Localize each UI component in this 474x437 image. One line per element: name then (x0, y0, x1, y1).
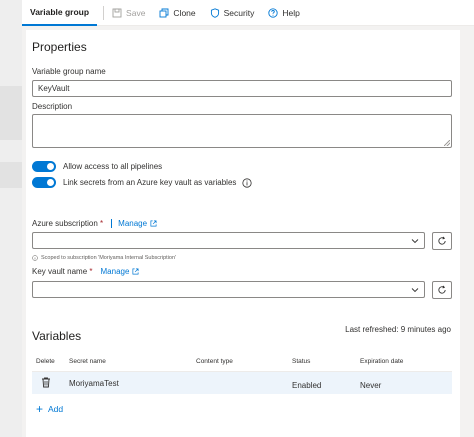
plus-icon: + (36, 402, 44, 416)
add-variable-button[interactable]: + Add (36, 403, 63, 415)
allow-access-row: Allow access to all pipelines (32, 161, 162, 172)
keyvault-manage-link[interactable]: Manage (101, 267, 140, 276)
subscription-label-row: Azure subscription * Manage (32, 219, 157, 228)
link-secrets-toggle[interactable] (32, 177, 56, 188)
last-refreshed-text: Last refreshed: 9 minutes ago (345, 325, 451, 334)
keyvault-refresh-button[interactable] (432, 281, 452, 299)
manage-label: Manage (118, 219, 148, 228)
column-header-secret-name: Secret name (69, 358, 106, 365)
allow-access-label: Allow access to all pipelines (63, 162, 163, 171)
security-label: Security (223, 7, 255, 18)
info-icon (32, 255, 38, 261)
link-secrets-row: Link secrets from an Azure key vault as … (32, 177, 253, 188)
description-textarea[interactable] (32, 114, 452, 148)
link-secrets-label: Link secrets from an Azure key vault as … (63, 178, 237, 187)
left-gutter (0, 0, 22, 437)
divider (111, 219, 113, 228)
tab-variable-group[interactable]: Variable group (22, 0, 98, 26)
info-icon[interactable] (242, 177, 253, 188)
variable-group-panel: Properties Variable group name Descripti… (26, 30, 460, 437)
chevron-down-icon (411, 239, 419, 244)
subscription-refresh-button[interactable] (432, 232, 452, 250)
scope-note-text: Scoped to subscription 'Moriyama Interna… (41, 255, 177, 261)
scope-note: Scoped to subscription 'Moriyama Interna… (32, 255, 176, 261)
refresh-icon (438, 236, 446, 245)
expiration-cell: Never (360, 381, 382, 390)
subscription-label: Azure subscription (32, 219, 98, 228)
subscription-dropdown[interactable] (32, 232, 425, 249)
save-button[interactable]: Save (112, 8, 145, 18)
toolbar: Variable group Save Clone Security Help (22, 0, 474, 26)
clone-icon (159, 8, 169, 17)
properties-heading: Properties (32, 40, 87, 54)
chevron-down-icon (411, 288, 419, 293)
add-label: Add (48, 404, 64, 414)
trash-icon[interactable] (41, 377, 51, 388)
help-label: Help (282, 7, 300, 18)
secret-name-cell: MoriyamaTest (69, 379, 119, 388)
help-icon (268, 7, 279, 18)
refresh-icon (438, 285, 446, 294)
toolbar-divider (103, 5, 105, 20)
resize-grip-icon[interactable] (444, 140, 450, 146)
keyvault-label: Key vault name (32, 267, 88, 276)
subscription-manage-link[interactable]: Manage (118, 219, 157, 228)
variables-heading: Variables (32, 329, 82, 343)
table-row[interactable]: MoriyamaTest Enabled Never (32, 372, 452, 394)
external-link-icon (150, 220, 157, 227)
save-label: Save (126, 7, 146, 18)
keyvault-label-row: Key vault name * Manage (32, 267, 139, 276)
clone-button[interactable]: Clone (159, 7, 196, 18)
gutter-band (0, 162, 22, 188)
column-header-content-type: Content type (196, 358, 233, 365)
description-label: Description (32, 102, 73, 111)
column-header-status: Status (292, 358, 311, 365)
group-name-label: Variable group name (32, 67, 106, 76)
external-link-icon (132, 268, 139, 275)
clone-label: Clone (173, 7, 196, 18)
status-cell: Enabled (292, 381, 322, 390)
gutter-band (0, 86, 22, 140)
variables-table-header: Delete Secret name Content type Status E… (32, 352, 452, 372)
group-name-input[interactable] (32, 80, 452, 97)
help-button[interactable]: Help (268, 7, 300, 18)
manage-label: Manage (100, 267, 130, 276)
security-button[interactable]: Security (210, 7, 255, 18)
column-header-expiration-date: Expiration date (360, 358, 404, 365)
allow-access-toggle[interactable] (32, 161, 56, 172)
shield-icon (210, 7, 219, 18)
keyvault-dropdown[interactable] (32, 281, 425, 298)
column-header-delete: Delete (36, 358, 55, 365)
required-mark: * (100, 219, 104, 228)
required-mark: * (89, 267, 93, 276)
save-icon (112, 8, 122, 17)
